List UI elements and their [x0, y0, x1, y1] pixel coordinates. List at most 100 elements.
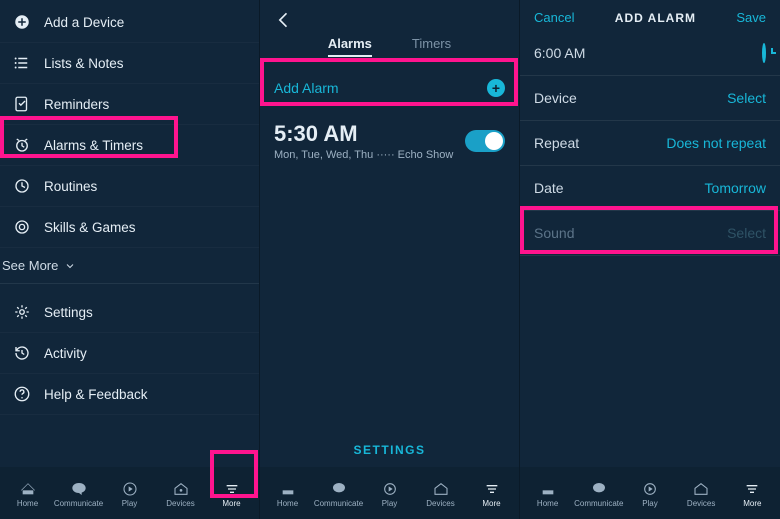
devices-icon: [170, 481, 192, 497]
chat-icon: [68, 481, 90, 497]
menu-routines[interactable]: Routines: [0, 166, 259, 207]
routine-icon: [12, 176, 32, 196]
nav-label: Communicate: [314, 499, 363, 508]
more-icon: [221, 481, 243, 497]
more-icon: [481, 481, 503, 497]
row-date[interactable]: Date Tomorrow: [520, 166, 780, 211]
list-icon: [12, 53, 32, 73]
nav-label: Play: [122, 499, 138, 508]
row-value: Tomorrow: [705, 180, 766, 196]
nav-label: Home: [537, 499, 558, 508]
row-device[interactable]: Device Select: [520, 76, 780, 121]
cancel-button[interactable]: Cancel: [534, 10, 574, 25]
nav-devices[interactable]: Devices: [158, 481, 204, 508]
add-alarm-label: Add Alarm: [274, 80, 339, 96]
nav-play[interactable]: Play: [627, 481, 673, 508]
nav-more[interactable]: More: [209, 481, 255, 508]
nav-more[interactable]: More: [469, 481, 515, 508]
nav-label: Communicate: [54, 499, 103, 508]
add-alarm-header: Cancel ADD ALARM Save: [520, 0, 780, 31]
target-icon: [12, 217, 32, 237]
nav-label: More: [482, 499, 500, 508]
screen-alarms-list: Alarms Timers Add Alarm + 5:30 AM Mon, T…: [260, 0, 520, 519]
nav-communicate[interactable]: Communicate: [56, 481, 102, 508]
tab-alarms[interactable]: Alarms: [328, 36, 372, 57]
nav-label: Communicate: [574, 499, 623, 508]
alarm-info: 5:30 AM Mon, Tue, Wed, Thu ····· Echo Sh…: [274, 121, 453, 161]
home-icon: [17, 481, 39, 497]
menu-label: Lists & Notes: [44, 56, 124, 71]
menu-reminders[interactable]: Reminders: [0, 84, 259, 125]
menu-settings[interactable]: Settings: [0, 292, 259, 333]
nav-play[interactable]: Play: [107, 481, 153, 508]
row-label: Device: [534, 90, 577, 106]
help-icon: [12, 384, 32, 404]
bottom-nav: Home Communicate Play Devices More: [0, 467, 259, 519]
alarm-icon: [12, 135, 32, 155]
see-more-label: See More: [2, 258, 58, 273]
nav-label: Home: [17, 499, 38, 508]
save-button[interactable]: Save: [736, 10, 766, 25]
play-icon: [639, 481, 661, 497]
row-repeat[interactable]: Repeat Does not repeat: [520, 121, 780, 166]
flag-icon: [12, 94, 32, 114]
arrow-left-icon: [274, 10, 294, 30]
menu-label: Alarms & Timers: [44, 138, 143, 153]
devices-icon: [690, 481, 712, 497]
nav-more[interactable]: More: [729, 481, 775, 508]
screen-add-alarm: Cancel ADD ALARM Save 6:00 AM Device Sel…: [520, 0, 780, 519]
tab-timers[interactable]: Timers: [412, 36, 451, 57]
row-value: Does not repeat: [666, 135, 766, 151]
menu-label: Routines: [44, 179, 97, 194]
more-icon: [741, 481, 763, 497]
row-time[interactable]: 6:00 AM: [520, 31, 780, 76]
nav-label: More: [743, 499, 761, 508]
nav-label: Play: [642, 499, 658, 508]
menu-alarms-timers[interactable]: Alarms & Timers: [0, 125, 259, 166]
devices-icon: [430, 481, 452, 497]
menu-help-feedback[interactable]: Help & Feedback: [0, 374, 259, 415]
bottom-nav: Home Communicate Play Devices More: [520, 467, 780, 519]
nav-home[interactable]: Home: [265, 481, 311, 508]
nav-devices[interactable]: Devices: [678, 481, 724, 508]
see-more-toggle[interactable]: See More: [0, 248, 259, 284]
alarm-settings-link[interactable]: SETTINGS: [260, 433, 519, 467]
nav-label: Devices: [426, 499, 454, 508]
chat-icon: [328, 481, 350, 497]
bottom-nav: Home Communicate Play Devices More: [260, 467, 519, 519]
nav-label: Devices: [166, 499, 194, 508]
chat-icon: [588, 481, 610, 497]
menu-skills-games[interactable]: Skills & Games: [0, 207, 259, 248]
more-menu-list-2: Settings Activity Help & Feedback: [0, 290, 259, 415]
nav-communicate[interactable]: Communicate: [576, 481, 622, 508]
alarm-toggle[interactable]: [465, 130, 505, 152]
nav-label: More: [222, 499, 240, 508]
nav-label: Home: [277, 499, 298, 508]
gear-icon: [12, 302, 32, 322]
menu-activity[interactable]: Activity: [0, 333, 259, 374]
nav-play[interactable]: Play: [367, 481, 413, 508]
back-button[interactable]: [260, 0, 519, 32]
menu-lists-notes[interactable]: Lists & Notes: [0, 43, 259, 84]
alarm-row[interactable]: 5:30 AM Mon, Tue, Wed, Thu ····· Echo Sh…: [260, 111, 519, 171]
nav-home[interactable]: Home: [5, 481, 51, 508]
row-label: Sound: [534, 225, 574, 241]
home-icon: [537, 481, 559, 497]
plus-icon: +: [487, 79, 505, 97]
row-value: Select: [727, 90, 766, 106]
add-alarm-button[interactable]: Add Alarm +: [260, 65, 519, 111]
row-label: Date: [534, 180, 564, 196]
row-label: Repeat: [534, 135, 579, 151]
play-icon: [379, 481, 401, 497]
nav-communicate[interactable]: Communicate: [316, 481, 362, 508]
nav-devices[interactable]: Devices: [418, 481, 464, 508]
nav-label: Devices: [687, 499, 715, 508]
menu-label: Add a Device: [44, 15, 124, 30]
nav-home[interactable]: Home: [525, 481, 571, 508]
row-sound[interactable]: Sound Select: [520, 211, 780, 256]
menu-label: Reminders: [44, 97, 109, 112]
menu-add-device[interactable]: Add a Device: [0, 2, 259, 43]
menu-label: Activity: [44, 346, 87, 361]
tabs: Alarms Timers: [260, 32, 519, 65]
page-title: ADD ALARM: [615, 11, 696, 25]
